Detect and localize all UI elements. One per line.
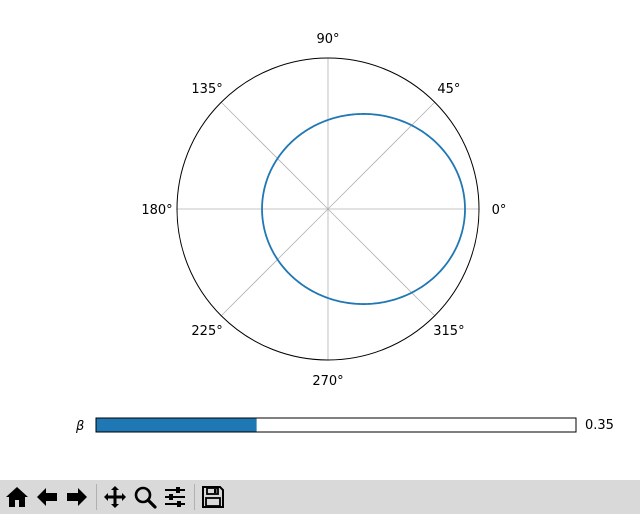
toolbar-separator	[96, 484, 97, 510]
toolbar-separator	[194, 484, 195, 510]
figure-canvas[interactable]: 0° 45° 90° 135° 180° 225° 270° 315° β 0.35	[0, 0, 640, 480]
angle-tick-label: 225°	[191, 324, 222, 339]
floppy-disk-icon	[202, 486, 224, 508]
angle-tick-label: 45°	[437, 82, 460, 97]
angle-tick-label: 135°	[191, 82, 222, 97]
home-icon	[6, 487, 28, 507]
back-button[interactable]	[33, 483, 61, 511]
slider-fill[interactable]	[96, 418, 257, 432]
angular-gridline	[327, 208, 436, 317]
angular-gridline	[220, 208, 329, 317]
polar-chart[interactable]: 0° 45° 90° 135° 180° 225° 270° 315° β 0.35	[0, 0, 640, 480]
angle-tick-label: 180°	[141, 203, 172, 218]
angle-tick-labels: 0° 45° 90° 135° 180° 225° 270° 315°	[141, 32, 506, 389]
slider-value: 0.35	[585, 418, 614, 433]
arrow-right-icon	[67, 488, 87, 506]
angle-tick-label: 0°	[492, 203, 507, 218]
angular-gridline	[327, 101, 436, 210]
slider-label: β	[75, 419, 84, 434]
sliders-icon	[165, 487, 185, 507]
angle-tick-label: 270°	[312, 374, 343, 389]
save-button[interactable]	[199, 483, 227, 511]
arrow-left-icon	[37, 488, 57, 506]
angular-gridline	[220, 101, 329, 210]
forward-button[interactable]	[63, 483, 91, 511]
angular-grid	[177, 58, 479, 360]
matplotlib-window: 0° 45° 90° 135° 180° 225° 270° 315° β 0.35	[0, 0, 640, 514]
angle-tick-label: 315°	[433, 324, 464, 339]
magnifier-icon	[134, 486, 157, 509]
angle-tick-label: 90°	[316, 32, 339, 47]
pan-button[interactable]	[101, 483, 129, 511]
navigation-toolbar	[0, 480, 640, 514]
move-icon	[104, 486, 126, 508]
home-button[interactable]	[3, 483, 31, 511]
configure-subplots-button[interactable]	[161, 483, 189, 511]
zoom-button[interactable]	[131, 483, 159, 511]
